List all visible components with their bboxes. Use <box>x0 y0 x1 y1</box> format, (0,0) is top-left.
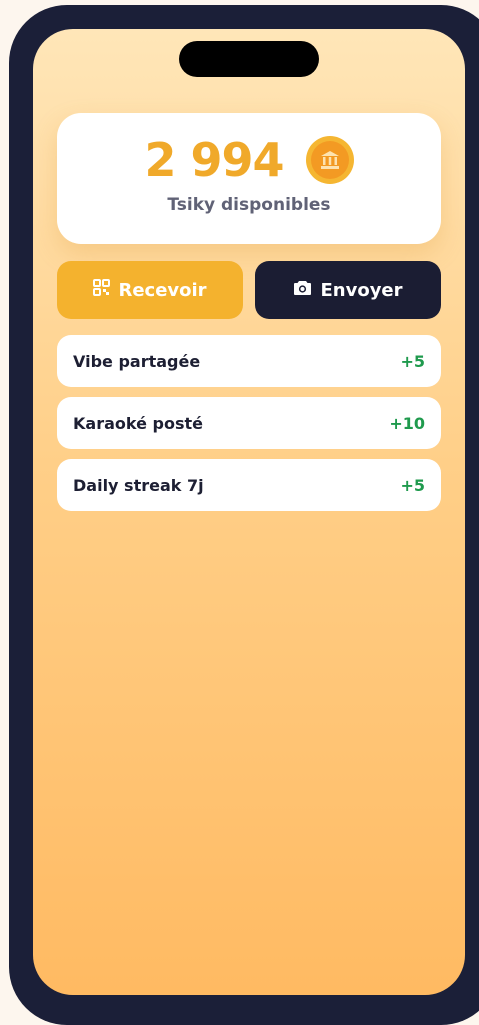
bank-coin-icon <box>305 136 354 184</box>
dynamic-island <box>179 41 319 77</box>
send-label: Envoyer <box>320 279 403 301</box>
transaction-item[interactable]: Karaoké posté +10 <box>57 397 441 449</box>
balance-label: Tsiky disponibles <box>167 195 331 215</box>
balance-amount: 2 994 <box>144 133 284 187</box>
receive-label: Recevoir <box>118 279 207 301</box>
camera-icon <box>293 279 312 301</box>
qr-code-icon <box>93 279 111 301</box>
balance-row: 2 994 <box>57 133 441 187</box>
transaction-item[interactable]: Vibe partagée +5 <box>57 335 441 387</box>
transaction-item[interactable]: Daily streak 7j +5 <box>57 459 441 511</box>
send-button[interactable]: Envoyer <box>255 261 441 319</box>
phone-screen: 2 994 Tsiky disponibles Recevoir Envoyer… <box>33 29 465 995</box>
balance-card: 2 994 Tsiky disponibles <box>57 113 441 244</box>
transaction-value: +10 <box>389 413 425 433</box>
transaction-label: Daily streak 7j <box>73 475 204 495</box>
transaction-value: +5 <box>400 351 425 371</box>
transaction-label: Karaoké posté <box>73 413 203 433</box>
transaction-value: +5 <box>400 475 425 495</box>
transaction-label: Vibe partagée <box>73 351 201 371</box>
receive-button[interactable]: Recevoir <box>57 261 243 319</box>
